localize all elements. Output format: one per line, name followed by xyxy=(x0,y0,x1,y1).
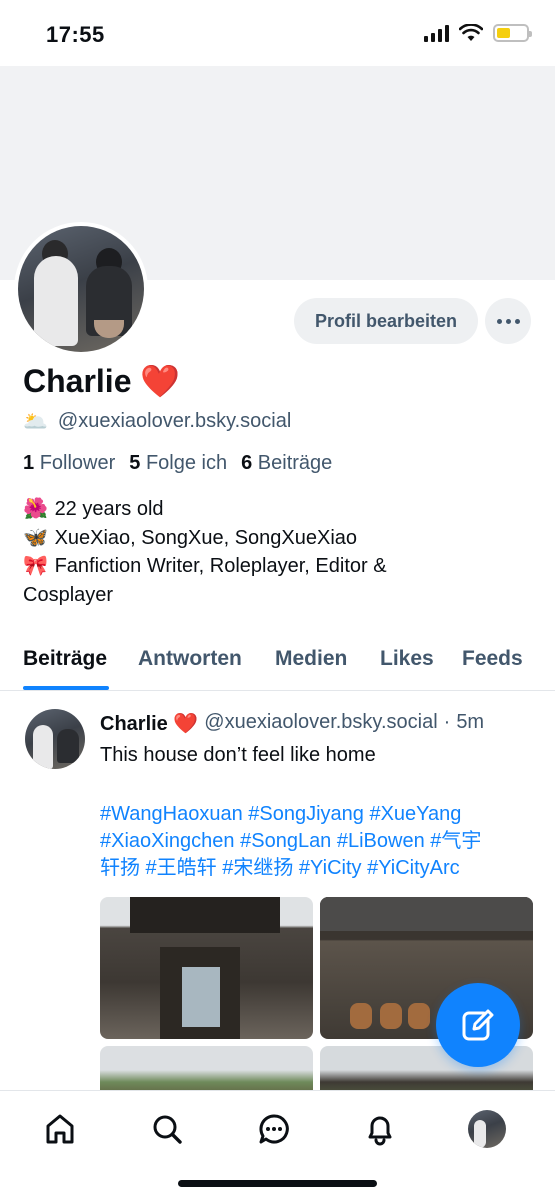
compose-button[interactable] xyxy=(436,983,520,1067)
ribbon-icon: 🎀 xyxy=(23,555,48,577)
hibiscus-icon: 🌺 xyxy=(23,498,48,520)
hashtag-line[interactable]: #WangHaoxuan #SongJiyang #XueYang xyxy=(100,801,540,828)
nav-search[interactable] xyxy=(147,1109,187,1149)
following-stat[interactable]: 5 Folge ich xyxy=(129,452,227,475)
followers-stat[interactable]: 1 Follower xyxy=(23,452,115,475)
bio-line: 🌺 22 years old xyxy=(23,495,543,524)
profile-bio: 🌺 22 years old 🦋 XueXiao, SongXue, SongX… xyxy=(23,495,543,609)
post-hashtags[interactable]: #WangHaoxuan #SongJiyang #XueYang #XiaoX… xyxy=(100,801,540,882)
chat-icon xyxy=(259,1114,289,1144)
post-handle[interactable]: @xuexiaolover.bsky.social xyxy=(204,711,437,736)
profile-avatar xyxy=(468,1110,506,1148)
post-image[interactable] xyxy=(100,897,313,1039)
profile-avatar[interactable] xyxy=(14,222,148,356)
tab-feeds[interactable]: Feeds xyxy=(462,647,523,671)
avatar-image xyxy=(18,226,144,352)
bio-line: 🎀 Fanfiction Writer, Roleplayer, Editor … xyxy=(23,552,543,581)
post-separator: · xyxy=(443,711,451,733)
nav-chat[interactable] xyxy=(254,1109,294,1149)
tab-likes[interactable]: Likes xyxy=(380,647,434,671)
nav-profile[interactable] xyxy=(467,1109,507,1149)
cloud-sun-icon: 🌥️ xyxy=(23,411,48,433)
battery-icon xyxy=(493,24,532,42)
profile-tabs: Beiträge Antworten Medien Likes Feeds xyxy=(0,638,555,691)
wifi-icon xyxy=(459,24,483,41)
ellipsis-icon xyxy=(496,318,502,324)
status-icons xyxy=(424,24,532,42)
nav-home[interactable] xyxy=(40,1109,80,1149)
tab-replies[interactable]: Antworten xyxy=(138,647,242,671)
status-time: 17:55 xyxy=(46,22,105,47)
home-icon xyxy=(46,1114,74,1144)
display-name: Charlie ❤️ xyxy=(23,363,181,399)
hashtag-line[interactable]: #XiaoXingchen #SongLan #LiBowen #气宇 xyxy=(100,828,540,855)
posts-stat: 6 Beiträge xyxy=(241,452,333,474)
signal-icon xyxy=(424,24,449,42)
post-avatar[interactable] xyxy=(25,709,85,769)
tab-media[interactable]: Medien xyxy=(275,647,347,671)
bell-icon xyxy=(368,1116,392,1146)
post-text: This house don’t feel like home xyxy=(100,744,376,766)
bio-line: Cosplayer xyxy=(23,583,114,606)
post-time: 5m xyxy=(456,711,485,733)
edit-profile-button[interactable]: Profil bearbeiten xyxy=(294,298,478,344)
butterfly-icon: 🦋 xyxy=(23,526,48,549)
search-icon xyxy=(153,1115,182,1144)
post-header: Charlie ❤️ @xuexiaolover.bsky.social · 5… xyxy=(100,711,484,736)
active-tab-indicator xyxy=(23,686,109,690)
handle-row: 🌥️ @xuexiaolover.bsky.social xyxy=(23,409,291,434)
post-author[interactable]: Charlie ❤️ xyxy=(100,711,198,736)
tab-posts[interactable]: Beiträge xyxy=(23,647,107,671)
compose-icon xyxy=(462,1009,494,1041)
nav-notifications[interactable] xyxy=(360,1109,400,1149)
home-indicator xyxy=(178,1180,377,1187)
hashtag-line[interactable]: 轩扬 #王皓轩 #宋继扬 #YiCity #YiCityArc xyxy=(100,855,540,882)
profile-handle: @xuexiaolover.bsky.social xyxy=(57,410,292,432)
profile-stats: 1 Follower 5 Folge ich 6 Beiträge xyxy=(23,452,332,475)
more-options-button[interactable] xyxy=(485,298,531,344)
bio-line: 🦋 XueXiao, SongXue, SongXueXiao xyxy=(23,524,543,553)
status-bar: 17:55 xyxy=(0,0,555,66)
